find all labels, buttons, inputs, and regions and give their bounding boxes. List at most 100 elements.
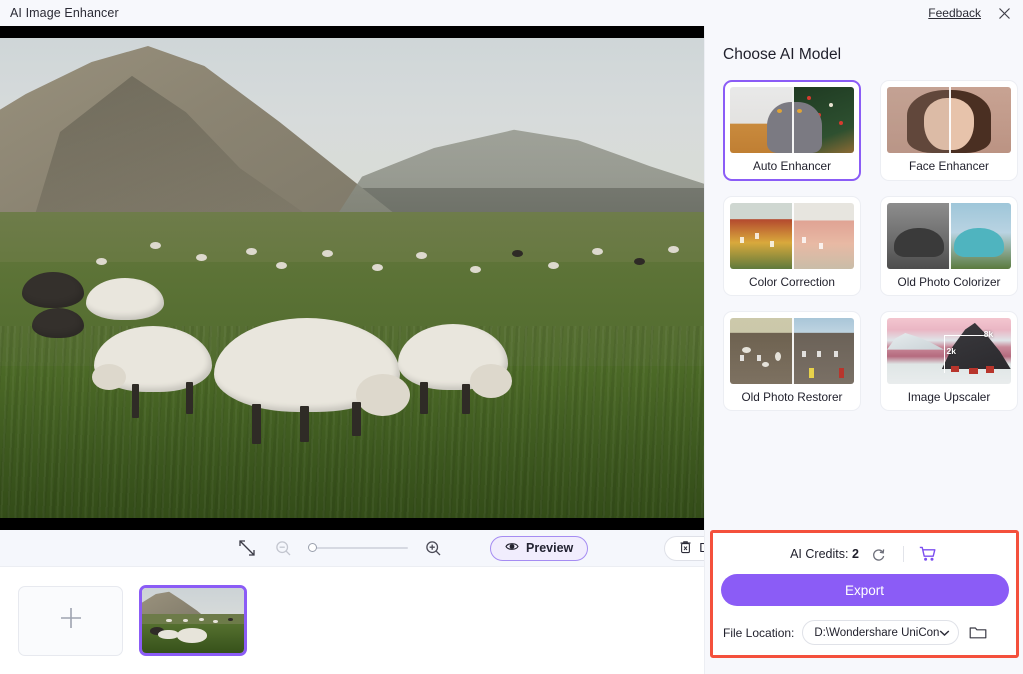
art-window bbox=[801, 237, 806, 244]
credits-row: AI Credits: 2 bbox=[713, 536, 1016, 572]
before-after-split bbox=[949, 203, 951, 269]
art-window bbox=[834, 351, 839, 357]
model-label-image-upscaler: Image Upscaler bbox=[907, 390, 991, 404]
model-card-image-upscaler[interactable]: 2k 8k Image Upscaler bbox=[880, 311, 1018, 411]
model-thumbnail-face-enhancer bbox=[887, 87, 1011, 153]
photo-distant-sheep bbox=[276, 262, 287, 269]
eye-icon bbox=[505, 541, 519, 555]
photo-sheep-head bbox=[356, 374, 410, 416]
photo-distant-sheep bbox=[470, 266, 481, 273]
before-after-split bbox=[792, 203, 794, 269]
model-card-old-photo-restorer[interactable]: Old Photo Restorer bbox=[723, 311, 861, 411]
fit-screen-icon[interactable] bbox=[236, 537, 258, 559]
panel-title: Choose AI Model bbox=[723, 46, 842, 63]
model-thumbnail-old-photo-restorer bbox=[730, 318, 854, 384]
photo-sheep-head bbox=[92, 364, 126, 390]
model-thumbnail-color-correction bbox=[730, 203, 854, 269]
model-thumbnail-image-upscaler: 2k 8k bbox=[887, 318, 1011, 384]
folder-icon[interactable] bbox=[967, 622, 989, 644]
photo-distant-sheep bbox=[96, 258, 107, 265]
art-window bbox=[739, 237, 744, 244]
app-title: AI Image Enhancer bbox=[10, 6, 119, 20]
photo-sheep-leg bbox=[252, 404, 261, 444]
file-location-row: File Location: D:\Wondershare UniConv bbox=[723, 620, 1016, 645]
art-window bbox=[757, 354, 762, 361]
thumb-sheep bbox=[166, 618, 172, 622]
export-button[interactable]: Export bbox=[720, 574, 1009, 606]
photo-sheep-leg bbox=[352, 402, 361, 436]
model-label-auto-enhancer: Auto Enhancer bbox=[752, 159, 832, 173]
photo-distant-sheep bbox=[150, 242, 161, 249]
close-icon[interactable] bbox=[995, 4, 1013, 22]
art-window bbox=[819, 242, 824, 249]
file-location-value: D:\Wondershare UniConv bbox=[814, 626, 940, 639]
art-window bbox=[754, 233, 759, 240]
file-location-label: File Location: bbox=[723, 625, 795, 640]
refresh-icon[interactable] bbox=[868, 543, 890, 565]
art-door bbox=[809, 368, 815, 379]
model-card-face-enhancer[interactable]: Face Enhancer bbox=[880, 80, 1018, 181]
add-image-button[interactable] bbox=[18, 585, 123, 656]
model-card-color-correction[interactable]: Color Correction bbox=[723, 196, 861, 296]
before-after-split bbox=[792, 87, 794, 153]
model-thumbnail-old-photo-colorizer bbox=[887, 203, 1011, 269]
upscaler-badge-high: 8k bbox=[983, 328, 994, 339]
art-car-colorized bbox=[953, 228, 1004, 258]
photo-distant-sheep bbox=[668, 246, 679, 253]
image-preview-canvas[interactable] bbox=[0, 26, 704, 530]
plus-icon bbox=[56, 603, 86, 638]
chevron-down-icon bbox=[939, 624, 950, 642]
art-door bbox=[839, 368, 845, 379]
shopping-cart-icon[interactable] bbox=[917, 543, 939, 565]
letterbox-bottom bbox=[0, 518, 704, 530]
model-card-old-photo-colorizer[interactable]: Old Photo Colorizer bbox=[880, 196, 1018, 296]
art-cat bbox=[767, 101, 822, 153]
photo-sheep-dark bbox=[32, 308, 84, 338]
photo-sheep-leg bbox=[186, 382, 193, 414]
before-after-split bbox=[949, 87, 951, 153]
model-label-face-enhancer: Face Enhancer bbox=[908, 159, 989, 173]
before-after-split bbox=[792, 318, 794, 384]
letterbox-top bbox=[0, 26, 704, 38]
thumbnail-image bbox=[142, 588, 244, 653]
file-location-dropdown[interactable]: D:\Wondershare UniConv bbox=[802, 620, 960, 645]
photo-sheep-leg bbox=[300, 406, 309, 442]
model-card-auto-enhancer[interactable]: Auto Enhancer bbox=[723, 80, 861, 181]
preview-button[interactable]: Preview bbox=[490, 535, 589, 561]
feedback-link[interactable]: Feedback bbox=[928, 6, 981, 20]
ai-model-panel: Choose AI Model Auto Enhancer Face Enhan… bbox=[704, 26, 1023, 674]
thumbnail-item-sheep-pasture[interactable] bbox=[139, 585, 247, 656]
model-label-color-correction: Color Correction bbox=[749, 275, 835, 289]
art-window bbox=[739, 354, 744, 361]
model-label-old-photo-restorer: Old Photo Restorer bbox=[741, 390, 843, 404]
zoom-slider-track bbox=[314, 547, 408, 549]
art-left-overlay bbox=[887, 87, 949, 153]
photo-distant-sheep bbox=[322, 250, 333, 257]
art-right bbox=[792, 203, 854, 269]
zoom-slider-handle[interactable] bbox=[308, 543, 317, 552]
photo-distant-sheep bbox=[196, 254, 207, 261]
photo-sheep-leg bbox=[462, 384, 470, 414]
photo-sheep-leg bbox=[420, 382, 428, 414]
art-window bbox=[816, 351, 821, 357]
photo-sheep-head bbox=[470, 364, 512, 398]
photo-distant-sheep bbox=[416, 252, 427, 259]
photo-distant-sheep bbox=[548, 262, 559, 269]
photo-distant-sheep bbox=[512, 250, 523, 257]
thumbnail-filmstrip bbox=[0, 566, 704, 674]
credits-label-text: AI Credits: bbox=[790, 547, 849, 561]
art-left bbox=[730, 203, 792, 269]
trash-icon bbox=[679, 540, 692, 557]
photo-distant-sheep bbox=[592, 248, 603, 255]
preview-button-label: Preview bbox=[526, 541, 574, 555]
thumb-sheep bbox=[227, 617, 233, 622]
zoom-slider[interactable] bbox=[308, 541, 408, 555]
canvas-toolbar: Preview Delete All bbox=[0, 530, 768, 566]
export-panel: AI Credits: 2 Export File Location: D:\W… bbox=[710, 530, 1019, 658]
credits-label: AI Credits: 2 bbox=[790, 547, 859, 561]
zoom-in-icon[interactable] bbox=[422, 537, 444, 559]
toolbar-controls: Preview Delete All bbox=[236, 535, 768, 561]
art-window bbox=[801, 351, 806, 357]
zoom-out-icon[interactable] bbox=[272, 537, 294, 559]
art-window bbox=[769, 241, 774, 248]
